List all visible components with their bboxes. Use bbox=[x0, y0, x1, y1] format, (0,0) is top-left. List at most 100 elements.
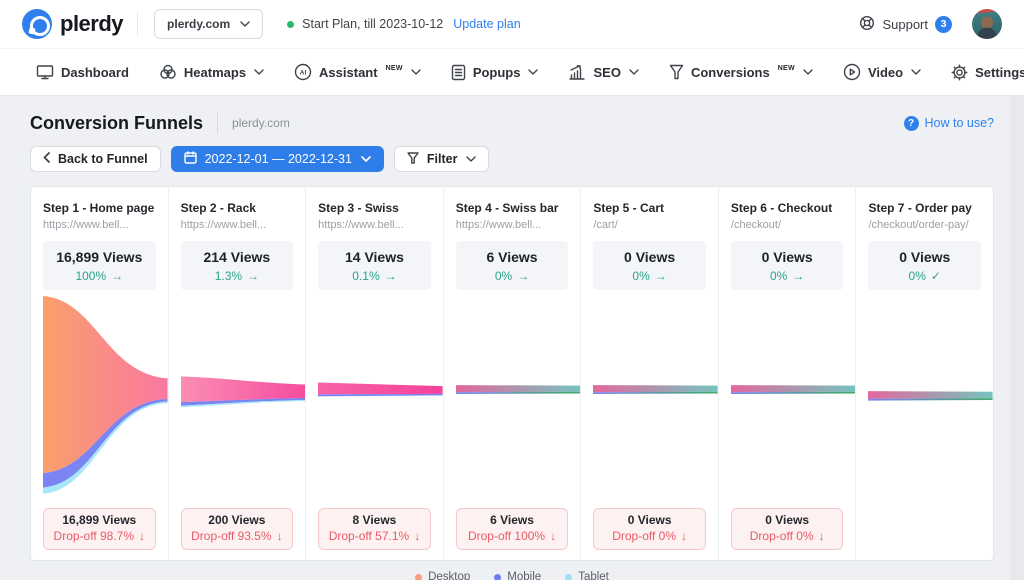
legend-dot bbox=[494, 574, 501, 580]
step-views: 214 Views bbox=[185, 249, 290, 265]
step-rate: 0% bbox=[909, 269, 926, 283]
legend-dot bbox=[415, 574, 422, 580]
rate-icon: → bbox=[792, 269, 804, 283]
nav-label: Heatmaps bbox=[184, 65, 246, 80]
step-views: 0 Views bbox=[597, 249, 702, 265]
scrollbar[interactable] bbox=[1010, 96, 1024, 580]
dropoff-views: 200 Views bbox=[184, 513, 291, 527]
nav-item-conversions[interactable]: Conversions NEW bbox=[669, 64, 813, 80]
update-plan-link[interactable]: Update plan bbox=[453, 17, 520, 31]
chevron-down-icon bbox=[254, 69, 264, 75]
legend-item-desktop[interactable]: Desktop bbox=[415, 571, 470, 580]
nav-label: SEO bbox=[593, 65, 620, 80]
chevron-left-icon bbox=[43, 152, 50, 166]
site-label: plerdy.com bbox=[232, 116, 290, 130]
back-to-funnel-button[interactable]: Back to Funnel bbox=[30, 146, 161, 172]
legend-item-tablet[interactable]: Tablet bbox=[565, 571, 609, 580]
filter-label: Filter bbox=[427, 152, 458, 166]
nav-item-dashboard[interactable]: Dashboard bbox=[36, 64, 129, 80]
plerdy-logo-icon bbox=[22, 9, 52, 39]
calendar-icon bbox=[184, 151, 197, 167]
funnel-chart bbox=[868, 296, 993, 516]
status-dot bbox=[287, 21, 294, 28]
dropoff-label: Drop-off 0% bbox=[612, 529, 676, 543]
date-range-button[interactable]: 2022-12-01 — 2022-12-31 bbox=[171, 146, 384, 172]
popups-icon bbox=[451, 64, 466, 81]
support-badge: 3 bbox=[935, 16, 952, 33]
plerdy-logo: plerdy bbox=[22, 9, 123, 39]
step-rate: 100% bbox=[75, 269, 106, 283]
nav-item-seo[interactable]: SEO bbox=[568, 64, 638, 80]
step-rate: 0% bbox=[632, 269, 649, 283]
step-title: Step 1 - Home page bbox=[43, 201, 156, 215]
plan-text: Start Plan, till 2023-10-12 bbox=[302, 17, 443, 31]
funnel-step-column: Step 7 - Order pay /checkout/order-pay/ … bbox=[856, 187, 993, 560]
legend-label: Tablet bbox=[578, 571, 609, 580]
dropoff-label: Drop-off 100% bbox=[468, 529, 545, 543]
seo-icon bbox=[568, 64, 586, 80]
topbar: plerdy plerdy.com Start Plan, till 2023-… bbox=[0, 0, 1024, 48]
funnel-chart bbox=[456, 296, 581, 502]
arrow-down-icon: ↓ bbox=[819, 529, 825, 543]
step-title: Step 6 - Checkout bbox=[731, 201, 844, 215]
plerdy-logo-text: plerdy bbox=[60, 11, 123, 37]
main-nav: Dashboard Heatmaps AI Assistant NEW Popu… bbox=[0, 48, 1024, 96]
dropoff-label: Drop-off 57.1% bbox=[329, 529, 410, 543]
how-to-use-link[interactable]: ? How to use? bbox=[904, 116, 994, 131]
support-icon bbox=[859, 15, 875, 34]
page-title: Conversion Funnels bbox=[30, 113, 203, 134]
date-range-value: 2022-12-01 — 2022-12-31 bbox=[205, 152, 352, 166]
funnel-chart bbox=[593, 296, 718, 502]
support-button[interactable]: Support 3 bbox=[859, 15, 952, 34]
site-selector[interactable]: plerdy.com bbox=[154, 9, 263, 39]
views-box: 0 Views 0% ✓ bbox=[868, 241, 981, 290]
step-title: Step 7 - Order pay bbox=[868, 201, 981, 215]
step-views: 6 Views bbox=[460, 249, 565, 265]
nav-item-assistant[interactable]: AI Assistant NEW bbox=[294, 63, 421, 81]
filter-button[interactable]: Filter bbox=[394, 146, 490, 172]
dropoff-views: 0 Views bbox=[734, 513, 841, 527]
views-box: 214 Views 1.3% → bbox=[181, 241, 294, 290]
dropoff-box: 16,899 Views Drop-off 98.7% ↓ bbox=[43, 508, 156, 550]
rate-icon: → bbox=[655, 269, 667, 283]
nav-item-popups[interactable]: Popups bbox=[451, 64, 539, 81]
legend-item-mobile[interactable]: Mobile bbox=[494, 571, 541, 580]
how-to-use-label: How to use? bbox=[925, 116, 994, 130]
step-title: Step 5 - Cart bbox=[593, 201, 706, 215]
rate-icon: → bbox=[111, 269, 123, 283]
step-url: https://www.bell... bbox=[181, 219, 294, 231]
dropoff-box: 6 Views Drop-off 100% ↓ bbox=[456, 508, 569, 550]
site-selector-value: plerdy.com bbox=[167, 17, 230, 31]
settings-icon bbox=[951, 64, 968, 81]
new-badge: NEW bbox=[778, 65, 795, 72]
funnel-chart bbox=[318, 296, 443, 502]
chevron-down-icon bbox=[411, 69, 421, 75]
dropoff-box: 200 Views Drop-off 93.5% ↓ bbox=[181, 508, 294, 550]
step-url: /checkout/order-pay/ bbox=[868, 219, 981, 231]
support-label: Support bbox=[882, 17, 928, 32]
nav-item-settings[interactable]: Settings bbox=[951, 64, 1024, 81]
rate-icon: → bbox=[517, 269, 529, 283]
dropoff-label: Drop-off 98.7% bbox=[54, 529, 135, 543]
plan-status: Start Plan, till 2023-10-12 Update plan bbox=[287, 17, 520, 31]
step-views: 0 Views bbox=[735, 249, 840, 265]
funnel-chart bbox=[43, 296, 168, 502]
legend-dot bbox=[565, 574, 572, 580]
views-box: 0 Views 0% → bbox=[593, 241, 706, 290]
views-box: 0 Views 0% → bbox=[731, 241, 844, 290]
divider bbox=[137, 11, 138, 37]
dropoff-label: Drop-off 93.5% bbox=[191, 529, 272, 543]
avatar[interactable] bbox=[972, 9, 1002, 39]
nav-label: Video bbox=[868, 65, 903, 80]
funnel-step-column: Step 1 - Home page https://www.bell... 1… bbox=[31, 187, 169, 560]
svg-text:AI: AI bbox=[300, 70, 307, 77]
nav-item-video[interactable]: Video bbox=[843, 63, 921, 81]
step-rate: 0.1% bbox=[352, 269, 379, 283]
nav-item-heatmaps[interactable]: Heatmaps bbox=[159, 64, 264, 80]
chevron-down-icon bbox=[911, 69, 921, 75]
step-rate: 0% bbox=[495, 269, 512, 283]
chevron-down-icon bbox=[803, 69, 813, 75]
step-url: /checkout/ bbox=[731, 219, 844, 231]
dropoff-views: 8 Views bbox=[321, 513, 428, 527]
filter-icon bbox=[407, 152, 419, 167]
